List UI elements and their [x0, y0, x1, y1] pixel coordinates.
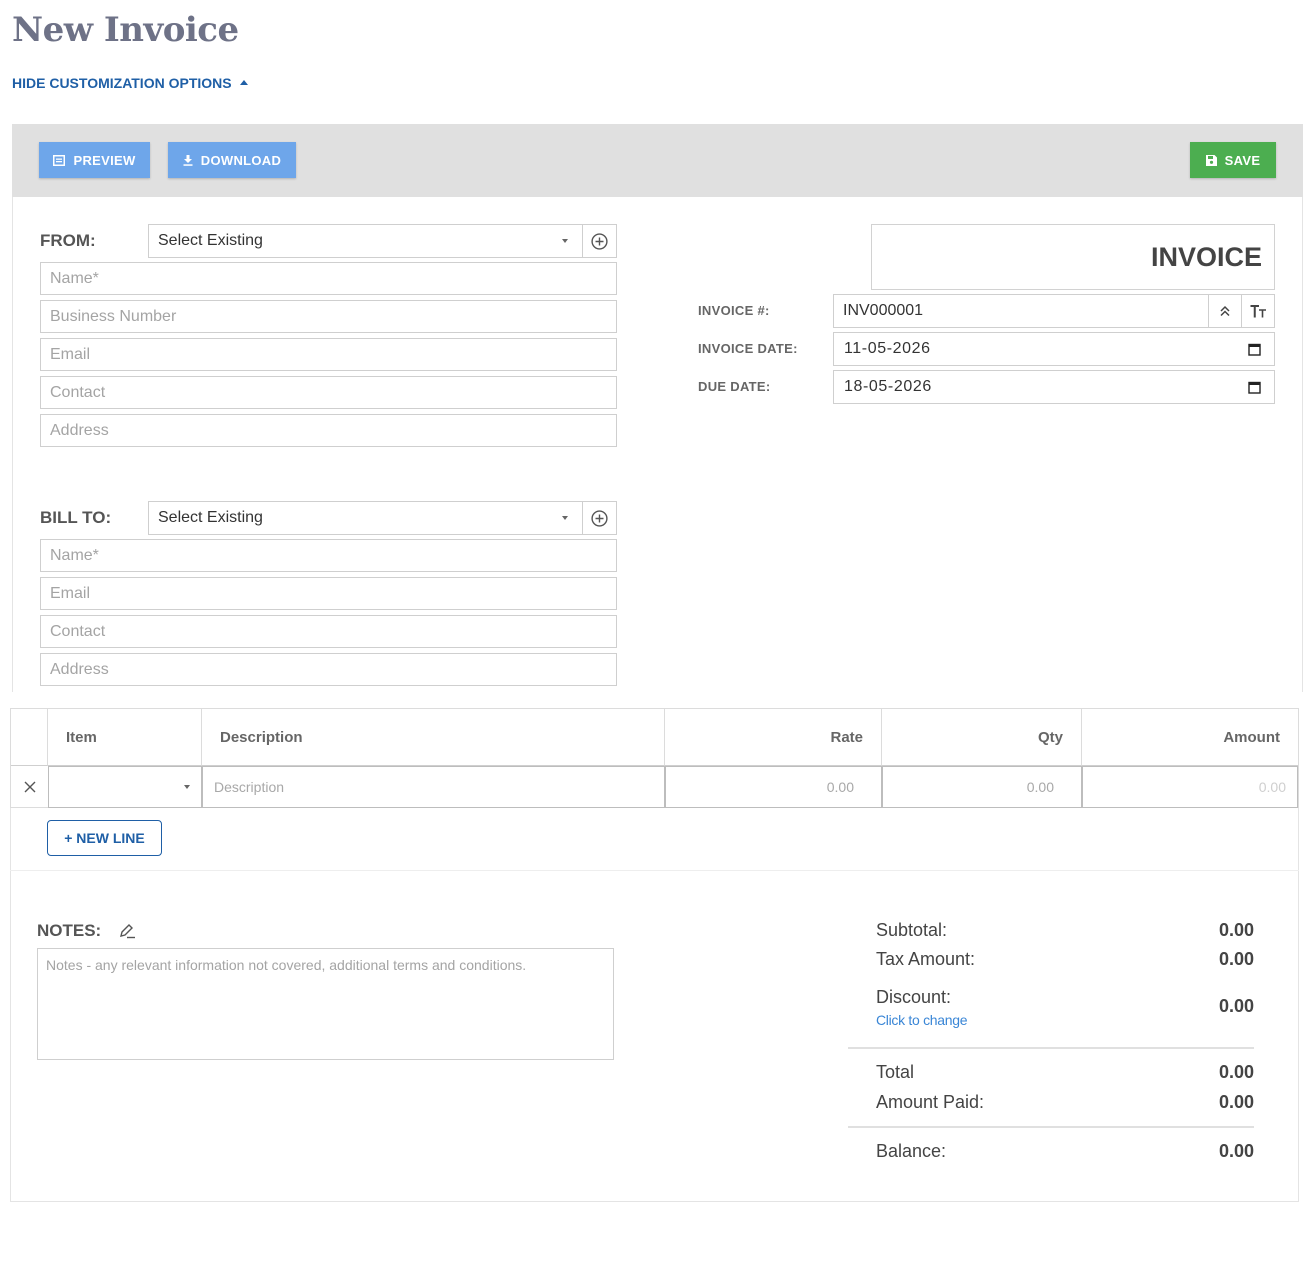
download-label: DOWNLOAD	[200, 152, 282, 168]
tax-amount-value: 0.00	[1218, 949, 1254, 969]
calendar-icon[interactable]	[1244, 343, 1264, 356]
from-select-value: Select Existing	[158, 232, 263, 249]
balance-label: Balance:	[876, 1141, 947, 1161]
line-items-table: Item Description Rate Qty Amount Descrip…	[10, 708, 1299, 808]
due-date-field[interactable]: 18-05-2026	[833, 370, 1275, 404]
invoice-toolbar: PREVIEW DOWNLOAD SAVE	[12, 124, 1303, 197]
amount-paid-value: 0.00	[1218, 1092, 1254, 1112]
section-divider	[10, 870, 1299, 871]
chevron-down-icon	[184, 785, 190, 789]
bill-to-select-existing[interactable]: Select Existing	[148, 501, 617, 535]
notes-label: NOTES:	[37, 921, 102, 940]
summary-divider	[848, 1126, 1254, 1128]
preview-label: PREVIEW	[73, 152, 136, 168]
table-header-description: Description	[202, 709, 665, 766]
from-select-existing[interactable]: Select Existing	[148, 224, 617, 258]
floppy-disk-icon	[1205, 154, 1217, 166]
discount-label: Discount:	[876, 987, 952, 1007]
due-date-value: 18-05-2026	[844, 378, 932, 395]
notes-textarea[interactable]	[37, 948, 614, 1060]
download-icon	[183, 154, 193, 166]
bill-to-add-button[interactable]	[582, 502, 616, 534]
double-chevron-up-icon	[1220, 305, 1230, 317]
subtotal-value: 0.00	[1218, 920, 1254, 940]
total-label: Total	[876, 1062, 915, 1082]
caret-up-icon	[239, 79, 248, 85]
pencil-icon[interactable]	[119, 923, 136, 939]
chevron-down-icon	[562, 516, 568, 520]
remove-row-button[interactable]	[11, 766, 48, 808]
bill-to-name-input[interactable]	[40, 539, 617, 572]
subtotal-label: Subtotal:	[876, 920, 948, 940]
bill-to-label: BILL TO:	[40, 508, 112, 527]
amount-field: 0.00	[1082, 766, 1298, 808]
plus-circle-icon	[591, 232, 608, 250]
bill-to-select-value: Select Existing	[158, 509, 263, 526]
invoice-title-field[interactable]: INVOICE	[871, 224, 1275, 290]
invoice-number-field[interactable]: INV000001	[833, 294, 1275, 328]
from-email-input[interactable]	[40, 338, 617, 371]
from-address-input[interactable]	[40, 414, 617, 447]
description-input[interactable]: Description	[202, 766, 665, 808]
hide-customization-link[interactable]: HIDE CUSTOMIZATION OPTIONS	[12, 75, 248, 91]
table-header-actions	[11, 709, 48, 766]
from-name-input[interactable]	[40, 262, 617, 295]
preview-icon	[53, 154, 66, 166]
calendar-icon[interactable]	[1244, 381, 1264, 394]
item-select[interactable]	[48, 766, 202, 808]
description-placeholder: Description	[214, 779, 285, 795]
discount-change-link[interactable]: Click to change	[876, 1012, 968, 1028]
customize-link-label: HIDE CUSTOMIZATION OPTIONS	[12, 75, 232, 91]
discount-value: 0.00	[1218, 996, 1254, 1016]
preview-button[interactable]: PREVIEW	[39, 142, 150, 178]
page-title: New Invoice	[12, 10, 239, 50]
from-contact-input[interactable]	[40, 376, 617, 409]
summary-divider	[848, 1047, 1254, 1049]
bill-to-email-input[interactable]	[40, 577, 617, 610]
download-button[interactable]: DOWNLOAD	[168, 142, 296, 178]
invoice-number-value: INV000001	[843, 302, 924, 319]
rate-value: 0.00	[826, 779, 854, 795]
invoice-date-label: INVOICE DATE:	[698, 341, 798, 356]
from-label: FROM:	[40, 231, 96, 250]
close-icon	[24, 781, 35, 793]
save-label: SAVE	[1224, 152, 1261, 168]
qty-value: 0.00	[1026, 779, 1054, 795]
rate-input[interactable]: 0.00	[665, 766, 882, 808]
invoice-date-field[interactable]: 11-05-2026	[833, 332, 1275, 366]
table-header-item: Item	[48, 709, 202, 766]
from-business-number-input[interactable]	[40, 300, 617, 333]
invoice-number-label: INVOICE #:	[698, 303, 770, 318]
due-date-label: DUE DATE:	[698, 379, 771, 394]
amount-paid-label: Amount Paid:	[876, 1092, 985, 1112]
notes-header: NOTES:	[37, 921, 136, 941]
qty-input[interactable]: 0.00	[882, 766, 1082, 808]
table-header-amount: Amount	[1082, 709, 1298, 766]
balance-value: 0.00	[1218, 1141, 1254, 1161]
from-add-button[interactable]	[582, 225, 616, 257]
save-button[interactable]: SAVE	[1190, 142, 1276, 178]
bill-to-contact-input[interactable]	[40, 615, 617, 648]
table-header-qty: Qty	[882, 709, 1082, 766]
text-format-button[interactable]	[1241, 295, 1274, 327]
tax-amount-label: Tax Amount:	[876, 949, 976, 969]
invoice-date-value: 11-05-2026	[844, 340, 931, 357]
chevron-down-icon	[562, 239, 568, 243]
table-header-rate: Rate	[665, 709, 882, 766]
auto-increment-button[interactable]	[1208, 295, 1241, 327]
bill-to-address-input[interactable]	[40, 653, 617, 686]
total-value: 0.00	[1218, 1062, 1254, 1082]
text-size-icon	[1250, 304, 1266, 317]
amount-value: 0.00	[1258, 779, 1286, 795]
new-line-button[interactable]: + NEW LINE	[47, 820, 162, 856]
plus-circle-icon	[591, 509, 608, 527]
